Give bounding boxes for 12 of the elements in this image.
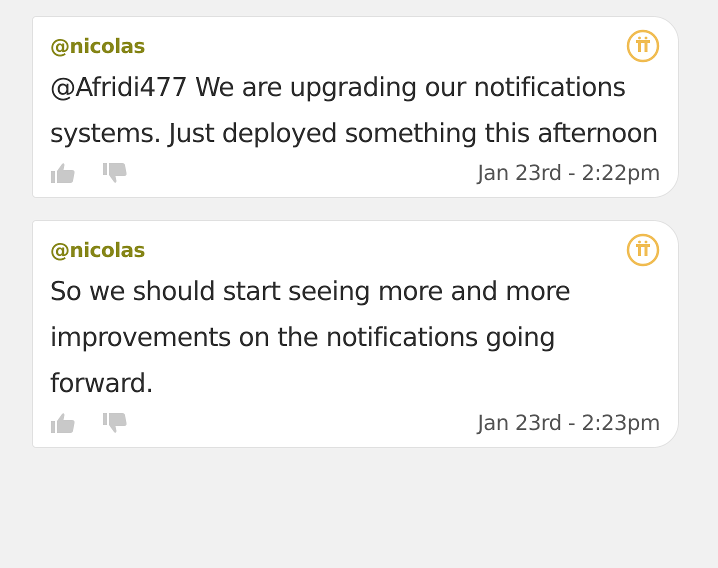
author-name[interactable]: @nicolas [50,34,145,58]
thumbs-up-icon[interactable] [50,411,76,435]
timestamp: Jan 23rd - 2:22pm [478,161,660,185]
thumbs-down-icon[interactable] [102,411,128,435]
coin-logo-icon [626,233,660,267]
thumbs-up-icon[interactable] [50,161,76,185]
thumbs-down-icon[interactable] [102,161,128,185]
author-name[interactable]: @nicolas [50,238,145,262]
timestamp: Jan 23rd - 2:23pm [478,411,660,435]
message-text: So we should start seeing more and more improvements on the notifications going forward. [50,276,572,401]
message-text: @Afridi477 We are upgrading our notifications systems. Just deployed something this afternoon [50,72,659,151]
coin-logo-icon [626,29,660,63]
